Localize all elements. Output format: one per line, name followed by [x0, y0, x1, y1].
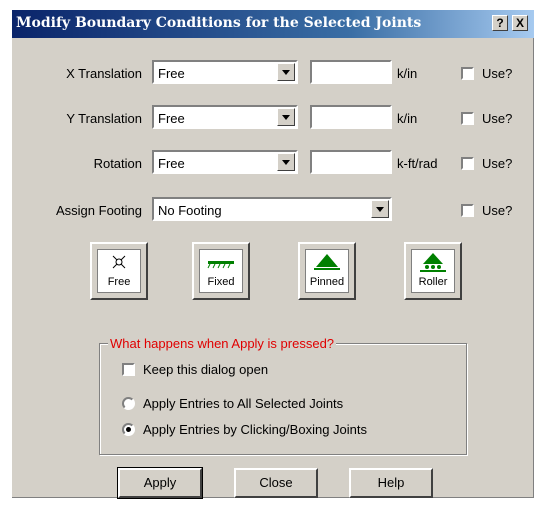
x-translation-label: X Translation [66, 66, 142, 81]
close-title-button[interactable]: X [512, 15, 528, 31]
chevron-down-icon[interactable] [371, 200, 389, 218]
dialog-window: Modify Boundary Conditions for the Selec… [12, 10, 534, 499]
y-translation-label: Y Translation [66, 111, 142, 126]
window-title: Modify Boundary Conditions for the Selec… [16, 15, 422, 31]
apply-button[interactable]: Apply [117, 467, 203, 499]
keep-dialog-open-checkbox[interactable] [122, 363, 135, 376]
pinned-support-icon [314, 254, 340, 270]
chevron-down-icon[interactable] [277, 63, 295, 81]
footing-combo[interactable]: No Footing [152, 197, 392, 221]
rotation-value: Free [158, 156, 185, 171]
apply-behavior-title: What happens when Apply is pressed? [108, 336, 337, 351]
y-translation-use-label: Use? [482, 111, 513, 126]
apply-all-selected-label: Apply Entries to All Selected Joints [143, 396, 344, 411]
title-bar[interactable]: Modify Boundary Conditions for the Selec… [12, 10, 534, 38]
free-support-label: Free [107, 276, 131, 288]
y-translation-value: Free [158, 111, 185, 126]
footing-use-label: Use? [482, 203, 513, 218]
y-translation-use-checkbox[interactable] [461, 112, 474, 125]
roller-support-label: Roller [418, 276, 448, 288]
fixed-support-button[interactable]: Fixed [192, 242, 250, 300]
x-translation-stiffness-input[interactable] [310, 60, 392, 84]
help-title-button[interactable]: ? [492, 15, 508, 31]
fixed-support-label: Fixed [207, 276, 235, 288]
rotation-combo[interactable]: Free [152, 150, 298, 174]
x-translation-use-checkbox[interactable] [461, 67, 474, 80]
apply-by-clicking-label: Apply Entries by Clicking/Boxing Joints [143, 422, 367, 437]
x-translation-value: Free [158, 66, 185, 81]
help-button[interactable]: Help [349, 468, 433, 498]
rotation-use-checkbox[interactable] [461, 157, 474, 170]
close-button[interactable]: Close [234, 468, 318, 498]
y-translation-unit: k/in [397, 111, 418, 126]
rotation-use-label: Use? [482, 156, 513, 171]
pinned-support-button[interactable]: Pinned [298, 242, 356, 300]
roller-support-button[interactable]: Roller [404, 242, 462, 300]
footing-use-checkbox[interactable] [461, 204, 474, 217]
apply-by-clicking-radio[interactable] [122, 423, 135, 436]
chevron-down-icon[interactable] [277, 153, 295, 171]
chevron-down-icon[interactable] [277, 108, 295, 126]
keep-dialog-open-label: Keep this dialog open [143, 362, 269, 377]
rotation-unit: k-ft/rad [397, 156, 438, 171]
fixed-support-icon [207, 261, 234, 269]
roller-support-icon [420, 253, 446, 272]
free-support-button[interactable]: Free [90, 242, 148, 300]
rotation-label: Rotation [93, 156, 142, 171]
free-support-icon [112, 255, 126, 269]
footing-value: No Footing [158, 203, 222, 218]
x-translation-combo[interactable]: Free [152, 60, 298, 84]
x-translation-use-label: Use? [482, 66, 513, 81]
y-translation-stiffness-input[interactable] [310, 105, 392, 129]
apply-all-selected-radio[interactable] [122, 397, 135, 410]
rotation-stiffness-input[interactable] [310, 150, 392, 174]
pinned-support-label: Pinned [309, 276, 345, 288]
x-translation-unit: k/in [397, 66, 418, 81]
assign-footing-label: Assign Footing [56, 203, 142, 218]
y-translation-combo[interactable]: Free [152, 105, 298, 129]
